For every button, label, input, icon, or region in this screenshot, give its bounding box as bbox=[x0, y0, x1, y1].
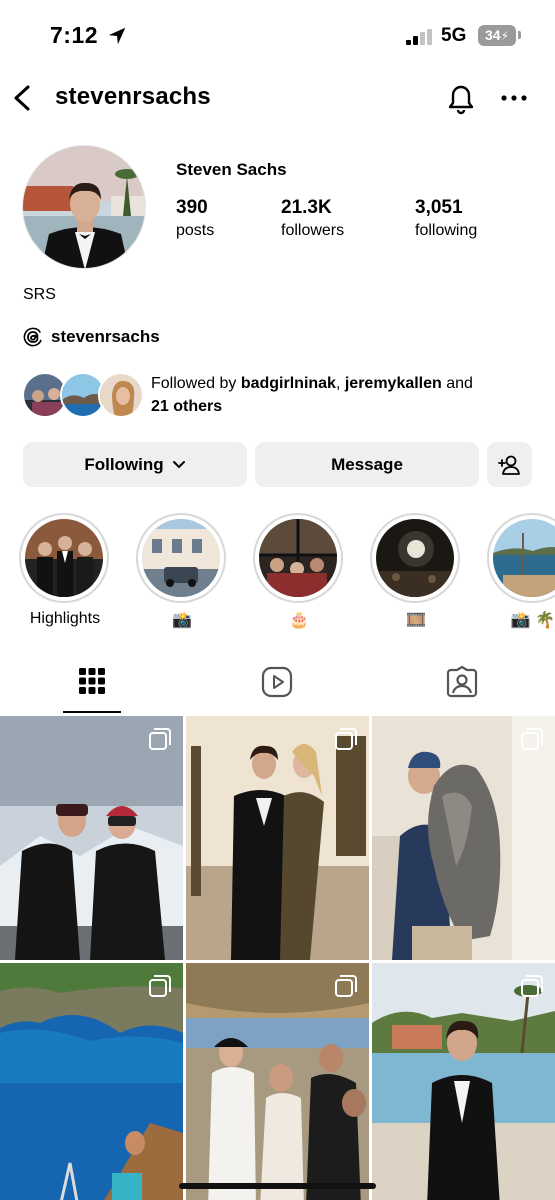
followers-label: followers bbox=[281, 222, 345, 239]
back-chevron-icon[interactable] bbox=[10, 83, 36, 113]
message-button[interactable]: Message bbox=[255, 442, 479, 487]
profile-header: stevenrsachs bbox=[0, 75, 555, 123]
post-thumbnail[interactable] bbox=[186, 716, 369, 960]
post-thumbnail[interactable] bbox=[372, 963, 555, 1200]
highlight-item[interactable]: 📸 🌴 bbox=[487, 513, 555, 629]
tab-reels[interactable] bbox=[247, 660, 307, 715]
status-time: 7:12 bbox=[50, 22, 99, 48]
grid-icon bbox=[79, 668, 105, 694]
battery-level: 34 bbox=[484, 27, 501, 43]
tab-tagged[interactable] bbox=[432, 660, 492, 715]
post-image bbox=[372, 716, 555, 960]
followed-by-mid: and bbox=[441, 375, 473, 392]
highlight-cover bbox=[259, 519, 337, 597]
carousel-icon bbox=[149, 728, 171, 750]
status-bar: 7:12 5G 34⚡ bbox=[0, 0, 555, 70]
suggested-people-button[interactable] bbox=[487, 442, 532, 487]
post-thumbnail[interactable] bbox=[186, 963, 369, 1200]
post-thumbnail[interactable] bbox=[372, 716, 555, 960]
following-button[interactable]: Following bbox=[23, 442, 247, 487]
profile-avatar[interactable] bbox=[22, 145, 146, 269]
post-thumbnail[interactable] bbox=[0, 963, 183, 1200]
post-thumbnail[interactable] bbox=[0, 716, 183, 960]
profile-full-name: Steven Sachs bbox=[176, 160, 287, 179]
carousel-icon bbox=[149, 975, 171, 997]
threads-icon bbox=[23, 327, 43, 347]
profile-tabs bbox=[0, 660, 555, 715]
highlight-label: Highlights bbox=[29, 610, 101, 627]
highlight-item[interactable]: 🎞️ bbox=[370, 513, 462, 629]
highlight-item[interactable]: 🎂 bbox=[253, 513, 345, 629]
highlight-cover bbox=[493, 519, 555, 597]
threads-handle: stevenrsachs bbox=[51, 327, 160, 346]
highlight-ring bbox=[370, 513, 460, 603]
home-indicator[interactable] bbox=[179, 1183, 376, 1189]
highlight-cover bbox=[376, 519, 454, 597]
charging-bolt-icon: ⚡ bbox=[500, 29, 509, 43]
highlight-label: 📸 🌴 bbox=[510, 612, 555, 629]
post-image bbox=[0, 963, 183, 1200]
carousel-icon bbox=[521, 728, 543, 750]
following-button-label: Following bbox=[84, 454, 164, 474]
posts-label: posts bbox=[176, 222, 215, 239]
followed-by-user-1[interactable]: badgirlninak bbox=[241, 375, 336, 392]
highlight-ring bbox=[253, 513, 343, 603]
more-options-icon[interactable] bbox=[500, 93, 528, 103]
battery-indicator: 34⚡ bbox=[478, 25, 516, 46]
followed-by-text[interactable]: Followed by badgirlninak, jeremykallen a… bbox=[151, 372, 541, 418]
post-image bbox=[0, 716, 183, 960]
profile-bio: SRS bbox=[23, 286, 56, 303]
location-arrow-icon bbox=[108, 27, 126, 45]
mutual-avatar bbox=[98, 372, 144, 418]
highlight-label: 🎂 bbox=[289, 612, 309, 629]
followers-stat[interactable]: 21.3K followers bbox=[281, 197, 344, 240]
avatar-photo bbox=[23, 146, 145, 268]
highlight-item[interactable]: Highlights bbox=[19, 513, 111, 627]
carousel-icon bbox=[335, 975, 357, 997]
post-image bbox=[372, 963, 555, 1200]
highlight-label: 🎞️ bbox=[406, 612, 426, 629]
header-username: stevenrsachs bbox=[55, 83, 211, 110]
followed-by-others[interactable]: 21 others bbox=[151, 398, 222, 415]
posts-stat[interactable]: 390 posts bbox=[176, 197, 214, 240]
battery-cap bbox=[518, 31, 521, 39]
highlight-label: 📸 bbox=[172, 612, 192, 629]
threads-link[interactable]: stevenrsachs bbox=[23, 325, 160, 349]
post-image bbox=[186, 963, 369, 1200]
highlight-ring bbox=[136, 513, 226, 603]
following-label: following bbox=[415, 222, 478, 239]
tab-posts-grid[interactable] bbox=[62, 660, 122, 715]
message-button-label: Message bbox=[331, 454, 403, 474]
reels-icon bbox=[261, 666, 293, 698]
carousel-icon bbox=[521, 975, 543, 997]
post-image bbox=[186, 716, 369, 960]
network-type: 5G bbox=[441, 25, 467, 46]
tagged-icon bbox=[446, 666, 478, 698]
posts-count: 390 bbox=[176, 197, 208, 218]
highlight-ring bbox=[487, 513, 555, 603]
followed-by-user-2[interactable]: jeremykallen bbox=[345, 375, 442, 392]
followed-by-prefix: Followed by bbox=[151, 375, 241, 392]
following-stat[interactable]: 3,051 following bbox=[415, 197, 477, 240]
highlight-ring bbox=[19, 513, 109, 603]
cellular-signal-icon bbox=[406, 29, 432, 45]
followers-count: 21.3K bbox=[281, 197, 332, 218]
active-tab-indicator bbox=[63, 711, 121, 713]
mutual-followers-avatars[interactable] bbox=[22, 372, 144, 418]
notification-bell-icon[interactable] bbox=[445, 81, 477, 115]
following-count: 3,051 bbox=[415, 197, 463, 218]
chevron-down-icon bbox=[172, 460, 185, 468]
highlight-item[interactable]: 📸 bbox=[136, 513, 228, 629]
add-person-icon bbox=[497, 455, 520, 475]
posts-grid bbox=[0, 716, 555, 1200]
highlight-cover bbox=[25, 519, 103, 597]
carousel-icon bbox=[335, 728, 357, 750]
followed-by-separator: , bbox=[335, 375, 345, 392]
highlight-cover bbox=[142, 519, 220, 597]
